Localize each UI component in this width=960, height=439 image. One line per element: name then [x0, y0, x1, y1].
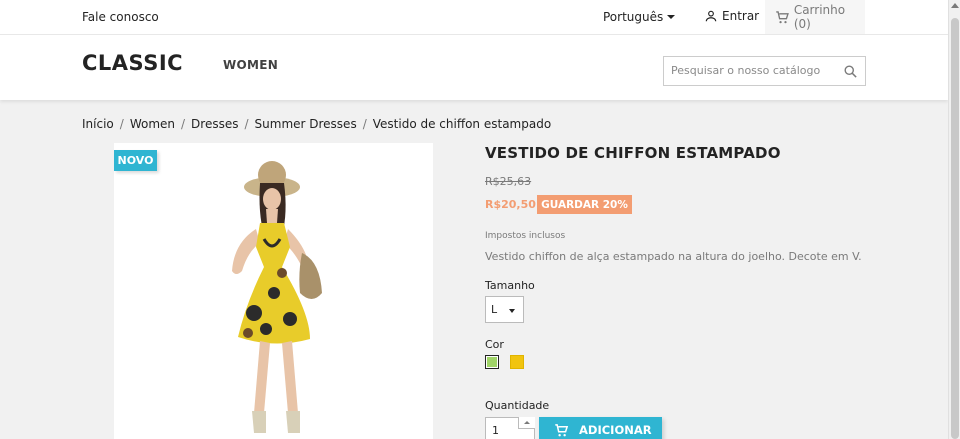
search-icon[interactable] — [843, 64, 858, 79]
color-swatch-green[interactable] — [485, 355, 499, 369]
cart-icon — [776, 10, 789, 23]
add-to-cart-label: ADICIONAR — [579, 423, 652, 437]
top-bar: Fale conosco Português Entrar Carrinho (… — [0, 0, 948, 35]
breadcrumb-current: Vestido de chiffon estampado — [372, 117, 552, 131]
chevron-down-icon — [509, 309, 515, 313]
cart-label: Carrinho (0) — [793, 3, 846, 31]
add-to-cart-button[interactable]: ADICIONAR — [539, 417, 662, 439]
product-title: VESTIDO DE CHIFFON ESTAMPADO — [485, 144, 781, 162]
cart-button[interactable]: Carrinho (0) — [765, 0, 865, 34]
new-badge: NOVO — [114, 150, 157, 171]
color-swatch-yellow[interactable] — [510, 355, 524, 369]
scroll-up-arrow-icon[interactable] — [951, 3, 959, 8]
tax-note: Impostos inclusos — [485, 231, 566, 241]
search-box[interactable] — [663, 56, 866, 86]
breadcrumb-home[interactable]: Início — [82, 117, 114, 131]
breadcrumb-dresses[interactable]: Dresses — [191, 117, 238, 131]
language-selector[interactable]: Português — [603, 10, 676, 24]
scrollbar-thumb[interactable] — [951, 18, 959, 439]
user-icon — [705, 10, 717, 22]
size-label: Tamanho — [485, 279, 535, 292]
quantity-label: Quantidade — [485, 399, 550, 412]
chevron-down-icon — [667, 15, 676, 19]
cart-icon — [555, 423, 569, 436]
old-price: R$25,63 — [485, 175, 532, 188]
size-select[interactable]: L — [485, 296, 524, 323]
language-label: Português — [603, 10, 664, 24]
search-input[interactable] — [671, 64, 841, 77]
contact-link[interactable]: Fale conosco — [82, 10, 159, 24]
discount-badge: GUARDAR 20% — [537, 195, 632, 214]
login-label: Entrar — [722, 9, 760, 23]
color-label: Cor — [485, 338, 504, 351]
product-description: Vestido chiffon de alça estampado na alt… — [485, 250, 862, 263]
quantity-increase-button[interactable] — [518, 417, 535, 429]
login-link[interactable]: Entrar — [704, 9, 759, 23]
scrollbar[interactable] — [948, 0, 960, 439]
breadcrumb-women[interactable]: Women — [130, 117, 175, 131]
current-price: R$20,50 — [485, 198, 536, 211]
site-logo[interactable]: CLASSIC — [82, 51, 183, 75]
dress-model-illustration — [232, 161, 322, 433]
site-header: CLASSIC WOMEN — [0, 35, 948, 100]
breadcrumb: Início / Women / Dresses / Summer Dresses / Vest… — [82, 117, 552, 131]
breadcrumb-summer-dresses[interactable]: Summer Dresses — [255, 117, 357, 131]
product-image[interactable] — [114, 143, 433, 439]
size-value: L — [491, 303, 498, 316]
nav-item-women[interactable]: WOMEN — [223, 58, 278, 72]
